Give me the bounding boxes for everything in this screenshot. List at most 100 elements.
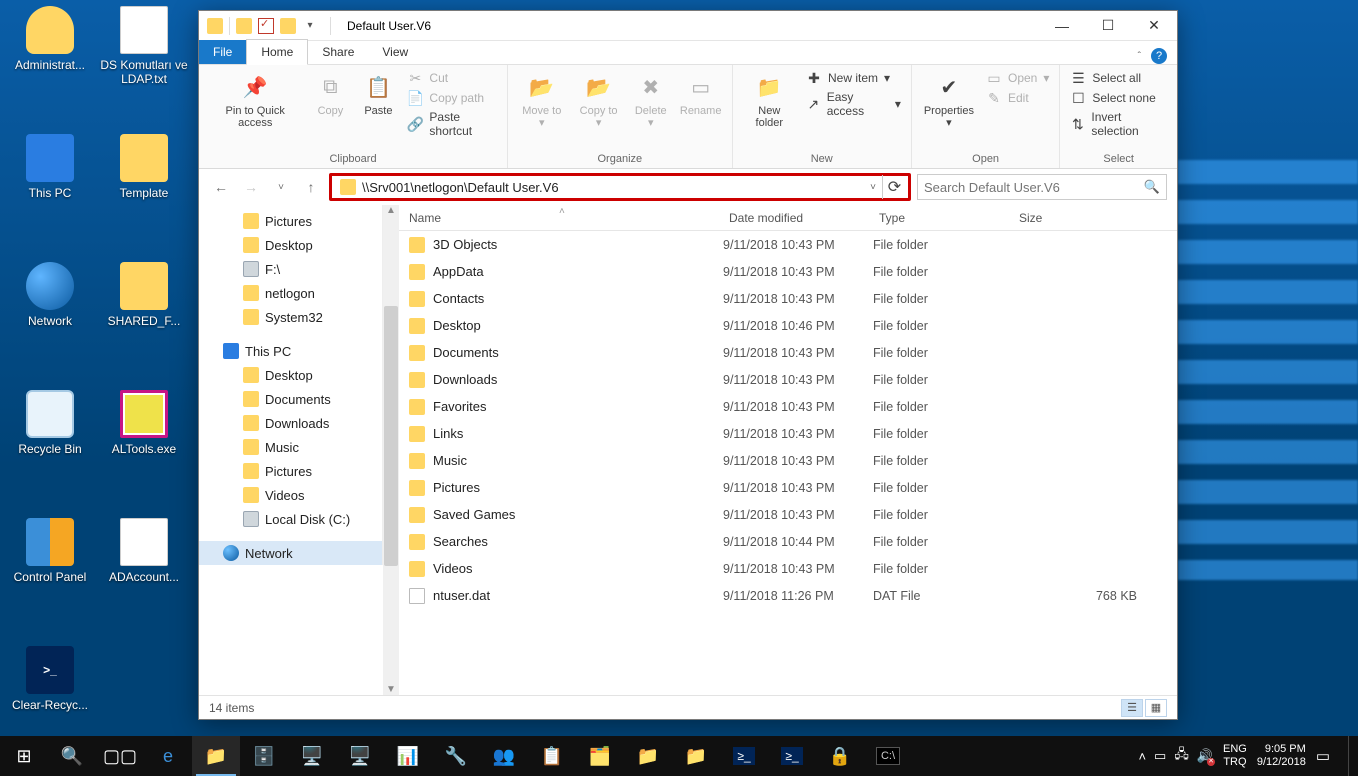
taskbar-server-manager[interactable]: 🗄️	[240, 736, 288, 776]
taskview-button[interactable]: ▢▢	[96, 736, 144, 776]
tray-volume-icon[interactable]: 🔊✕	[1197, 748, 1213, 764]
nav-item[interactable]: Music	[199, 435, 382, 459]
address-input[interactable]	[362, 176, 864, 198]
search-input[interactable]	[924, 180, 1144, 195]
list-item[interactable]: Videos9/11/2018 10:43 PMFile folder	[399, 555, 1177, 582]
desktop-icon[interactable]: SHARED_F...	[100, 262, 188, 358]
column-headers[interactable]: Name Date modified Type Size	[399, 205, 1177, 231]
search-box[interactable]: 🔍	[917, 174, 1167, 200]
taskbar-app-2[interactable]: 🖥️	[336, 736, 384, 776]
tab-share[interactable]: Share	[308, 40, 368, 64]
list-item[interactable]: Music9/11/2018 10:43 PMFile folder	[399, 447, 1177, 474]
col-name[interactable]: Name	[399, 211, 719, 225]
tab-file[interactable]: File	[199, 40, 246, 64]
list-item[interactable]: Contacts9/11/2018 10:43 PMFile folder	[399, 285, 1177, 312]
newitem-button[interactable]: ✚New item ▾	[802, 69, 905, 87]
tab-view[interactable]: View	[368, 40, 422, 64]
col-size[interactable]: Size	[1009, 211, 1177, 225]
taskbar-powershell[interactable]: ≥_	[720, 736, 768, 776]
nav-item[interactable]: Downloads	[199, 411, 382, 435]
list-item[interactable]: 3D Objects9/11/2018 10:43 PMFile folder	[399, 231, 1177, 258]
taskbar-ie[interactable]: e	[144, 736, 192, 776]
search-icon[interactable]: 🔍	[1144, 179, 1160, 195]
desktop-icon[interactable]: >_Clear-Recyc...	[6, 646, 94, 742]
taskbar-app-7[interactable]: 🗂️	[576, 736, 624, 776]
nav-item[interactable]: netlogon	[199, 281, 382, 305]
tray-network-icon[interactable]: 🖧	[1174, 745, 1189, 767]
desktop-icon[interactable]: Control Panel	[6, 518, 94, 614]
address-bar[interactable]: ˅ ⟳	[329, 173, 911, 201]
navigation-pane[interactable]: PicturesDesktopF:\netlogonSystem32This P…	[199, 205, 383, 565]
titlebar[interactable]: ▾ Default User.V6 — ☐ ✕	[199, 11, 1177, 41]
paste-button[interactable]: 📋Paste	[355, 67, 401, 151]
nav-item[interactable]: Desktop	[199, 363, 382, 387]
list-item[interactable]: Favorites9/11/2018 10:43 PMFile folder	[399, 393, 1177, 420]
up-button[interactable]: ↑	[299, 175, 323, 199]
tab-home[interactable]: Home	[246, 39, 308, 65]
taskbar-powershell-ise[interactable]: ≥_	[768, 736, 816, 776]
desktop-icon[interactable]: This PC	[6, 134, 94, 230]
easyaccess-button[interactable]: ↗Easy access ▾	[802, 89, 905, 119]
nav-item[interactable]: F:\	[199, 257, 382, 281]
taskbar-app-10[interactable]: 🔒	[816, 736, 864, 776]
help-icon[interactable]: ?	[1151, 48, 1167, 64]
search-button[interactable]: 🔍	[48, 736, 96, 776]
collapse-ribbon-icon[interactable]: ˆ	[1138, 51, 1141, 62]
desktop-icon[interactable]: ALTools.exe	[100, 390, 188, 486]
language-indicator[interactable]: ENG TRQ	[1223, 743, 1247, 768]
tray-overflow-icon[interactable]: ˄	[1138, 749, 1146, 764]
qat-properties-icon[interactable]	[258, 18, 274, 34]
details-view-button[interactable]: ☰	[1121, 699, 1143, 717]
nav-item[interactable]: Pictures	[199, 209, 382, 233]
recent-dropdown[interactable]: ˅	[269, 175, 293, 199]
nav-item[interactable]: Desktop	[199, 233, 382, 257]
nav-item[interactable]: System32	[199, 305, 382, 329]
col-type[interactable]: Type	[869, 211, 1009, 225]
list-item[interactable]: Saved Games9/11/2018 10:43 PMFile folder	[399, 501, 1177, 528]
list-item[interactable]: Desktop9/11/2018 10:46 PMFile folder	[399, 312, 1177, 339]
desktop-icon[interactable]: Network	[6, 262, 94, 358]
qat-dropdown-icon[interactable]: ▾	[302, 18, 318, 34]
nav-item[interactable]: Local Disk (C:)	[199, 507, 382, 531]
taskbar-app-8[interactable]: 📁	[624, 736, 672, 776]
list-item[interactable]: Documents9/11/2018 10:43 PMFile folder	[399, 339, 1177, 366]
show-desktop-button[interactable]	[1348, 736, 1354, 776]
address-dropdown-icon[interactable]: ˅	[864, 182, 882, 193]
nav-item[interactable]: Network	[199, 541, 382, 565]
clock[interactable]: 9:05 PM 9/12/2018	[1257, 743, 1306, 768]
nav-scrollbar[interactable]: ▲ ▼	[383, 205, 399, 695]
maximize-button[interactable]: ☐	[1085, 11, 1131, 41]
taskbar-app-6[interactable]: 📋	[528, 736, 576, 776]
desktop-icon[interactable]: Administrat...	[6, 6, 94, 102]
qat-folder-icon[interactable]	[236, 18, 252, 34]
list-item[interactable]: Links9/11/2018 10:43 PMFile folder	[399, 420, 1177, 447]
taskbar-cmd[interactable]: C:\	[864, 736, 912, 776]
taskbar-app-5[interactable]: 👥	[480, 736, 528, 776]
back-button[interactable]: ←	[209, 175, 233, 199]
icons-view-button[interactable]: ▦	[1145, 699, 1167, 717]
list-item[interactable]: Searches9/11/2018 10:44 PMFile folder	[399, 528, 1177, 555]
selectall-button[interactable]: ☰Select all	[1066, 69, 1171, 87]
taskbar[interactable]: ⊞ 🔍 ▢▢ e 📁 🗄️ 🖥️ 🖥️ 📊 🔧 👥 📋 🗂️ 📁 📁 ≥_ ≥_…	[0, 736, 1358, 776]
scroll-thumb[interactable]	[384, 306, 398, 566]
pin-quickaccess-button[interactable]: 📌Pin to Quick access	[205, 67, 305, 151]
taskbar-app-9[interactable]: 📁	[672, 736, 720, 776]
properties-button[interactable]: ✔Properties▾	[918, 67, 980, 151]
qat-newfolder-icon[interactable]	[280, 18, 296, 34]
list-item[interactable]: Downloads9/11/2018 10:43 PMFile folder	[399, 366, 1177, 393]
taskbar-app-3[interactable]: 📊	[384, 736, 432, 776]
list-item[interactable]: ntuser.dat9/11/2018 11:26 PMDAT File768 …	[399, 582, 1177, 609]
desktop-icon[interactable]: Recycle Bin	[6, 390, 94, 486]
list-item[interactable]: Pictures9/11/2018 10:43 PMFile folder	[399, 474, 1177, 501]
desktop-icon[interactable]: ADAccount...	[100, 518, 188, 614]
invertselection-button[interactable]: ⇅Invert selection	[1066, 109, 1171, 139]
list-item[interactable]: AppData9/11/2018 10:43 PMFile folder	[399, 258, 1177, 285]
selectnone-button[interactable]: ☐Select none	[1066, 89, 1171, 107]
nav-item[interactable]: Pictures	[199, 459, 382, 483]
taskbar-app-4[interactable]: 🔧	[432, 736, 480, 776]
desktop-icon[interactable]: Template	[100, 134, 188, 230]
refresh-button[interactable]: ⟳	[882, 175, 906, 199]
nav-item[interactable]: This PC	[199, 339, 382, 363]
col-date[interactable]: Date modified	[719, 211, 869, 225]
nav-item[interactable]: Documents	[199, 387, 382, 411]
